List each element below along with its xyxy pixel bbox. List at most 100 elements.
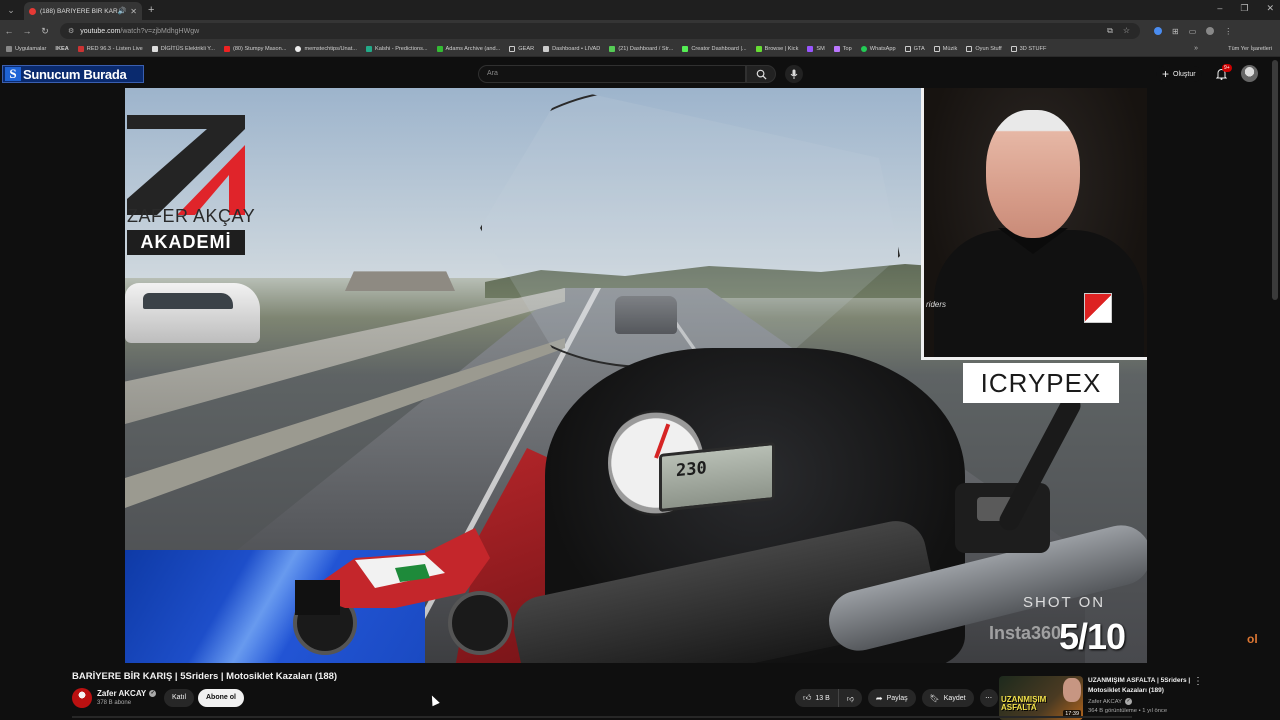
sidebar-icon[interactable]: ▭ [1189,27,1197,36]
all-bookmarks[interactable]: Tüm Yer İşaretleri [1228,46,1272,52]
bookmark-folder[interactable]: GEAR [509,46,534,52]
more-horizontal-icon: ⋯ [985,695,993,702]
close-tab-icon[interactable]: ✕ [130,7,137,16]
more-bookmarks-icon[interactable]: » [1194,45,1198,52]
share-button[interactable]: ➦ Paylaş [867,689,916,707]
more-vertical-icon[interactable]: ⋮ [1193,676,1203,687]
audio-playing-icon[interactable]: 🔊 [118,7,127,15]
bookmark-item[interactable]: Dashboard • LIVAD [543,46,600,52]
bookmark-icon [755,46,762,52]
shirt-logo-icon [1084,293,1112,323]
video-white-car [125,283,260,343]
bookmark-folder[interactable]: Müzik [933,46,957,52]
video-actions: 👍︎ 13 B 👎︎ ➦ Paylaş 🔖︎ Kaydet ⋯ [795,689,998,707]
channel-avatar[interactable] [72,688,92,708]
promo-motorcycle-icon [293,528,512,655]
bookmark-folder[interactable]: GTA [904,46,925,52]
subscribe-button[interactable]: Abone ol [198,689,244,707]
share-arrow-icon: ➦ [875,693,883,703]
presenter-webcam: riders [921,88,1147,360]
minimize-icon[interactable]: – [1217,3,1222,14]
bookmark-item[interactable]: WhatsApp [860,46,896,52]
bookmark-folder[interactable]: Oyun Stuff [966,46,1002,52]
search-icon [756,69,767,80]
page-scrollbar[interactable] [1272,60,1278,300]
like-button[interactable]: 👍︎ 13 B [795,689,839,707]
mouse-cursor-icon [428,693,440,707]
shirt-text: riders [926,300,947,309]
bookmark-icon [151,46,158,52]
logo-mark-icon: S [5,67,21,81]
speed-readout: 230 [676,458,707,482]
search-button[interactable] [746,65,776,83]
bookmark-item[interactable]: (21) Dashboard / Str... [609,46,673,52]
bookmark-item[interactable]: Browse | Kick [755,46,798,52]
maximize-icon[interactable]: ❐ [1240,3,1248,14]
bookmark-icon [807,46,814,52]
youtube-favicon-icon [29,7,36,15]
account-avatar[interactable] [1241,65,1258,82]
bookmark-icon [609,46,616,52]
site-info-icon[interactable]: ⚙ [68,27,74,35]
url-path: /watch?v=zjbMdhgHWgw [120,27,200,35]
bookmark-item[interactable]: DİGİTÜS Elektrikli Y... [151,46,215,52]
corner-watermark-icon: ol [1247,632,1258,646]
voice-search-button[interactable] [785,65,803,83]
insta360-watermark: Insta360 [989,623,1062,643]
bookmark-item[interactable]: Top [833,46,852,52]
recommended-title[interactable]: UZANMIŞIM ASFALTA | 5Sriders | Motosikle… [1088,676,1198,696]
bookmark-item[interactable]: Adams Archive (and... [436,46,500,52]
recommended-thumbnail[interactable]: UZANMIŞIM ASFALTA 17:39 [999,676,1083,720]
bookmark-item[interactable]: RED 96.3 - Listen Live [77,46,143,52]
reload-icon[interactable]: ↻ [36,26,54,37]
channel-logo[interactable]: S Sunucum Burada [2,65,144,83]
channel-name[interactable]: Zafer AKCAY ✓ [97,689,157,698]
bookmark-star-icon[interactable]: ☆ [1123,26,1130,36]
browser-tab-active[interactable]: (188) BARİYERE BİR KARIŞ | 5 🔊 ✕ [24,2,142,20]
bookmark-item[interactable]: (80) Stumpy Mason... [223,46,286,52]
bookmark-item[interactable]: Kalshi - Predictions... [365,46,428,52]
more-actions-button[interactable]: ⋯ [979,689,998,707]
tab-search-icon[interactable]: ⌄ [4,3,18,17]
back-icon[interactable]: ← [0,26,18,36]
save-button[interactable]: 🔖︎ Kaydet [921,689,974,707]
subscriber-count: 378 B abone [97,700,132,706]
clip-counter: 5/10 [1059,616,1126,657]
apps-icon [6,46,12,52]
bookmark-item[interactable]: IKEA [55,46,68,52]
forward-icon[interactable]: → [18,26,36,36]
close-window-icon[interactable]: ✕ [1266,3,1274,14]
bookmark-item[interactable]: SM [807,46,825,52]
bookmark-item[interactable]: memstechtips/Unat... [295,46,357,52]
new-tab-icon[interactable]: + [148,4,154,16]
bookmark-item[interactable]: Uygulamalar [6,46,46,52]
recommended-video[interactable]: UZANMIŞIM ASFALTA 17:39 UZANMIŞIM ASFALT… [999,674,1269,720]
whatsapp-icon [860,46,867,52]
cast-icon[interactable]: ⧉ [1107,26,1113,36]
browser-tabbar: ⌄ (188) BARİYERE BİR KARIŞ | 5 🔊 ✕ + – ❐… [0,0,1280,20]
github-icon [295,46,302,52]
folder-icon [966,46,973,52]
notification-badge: 9+ [1222,64,1232,72]
address-bar[interactable]: ⚙ youtube.com/watch?v=zjbMdhgHWgw ⧉ ☆ [60,23,1140,39]
verified-icon: ✓ [149,690,157,698]
browser-menu-icon[interactable]: ⋮ [1224,27,1232,36]
recommended-channel[interactable]: Zafer AKCAY ✓ [1088,698,1133,705]
bookmark-icon [543,46,550,52]
search-input[interactable]: Ara [478,65,746,83]
bookmark-folder[interactable]: 3D STUFF [1010,46,1046,52]
plus-icon: + [1162,67,1170,81]
create-button[interactable]: + Oluştur [1156,66,1202,82]
join-button[interactable]: Katıl [164,689,195,707]
extensions-puzzle-icon[interactable]: ⊞ [1172,27,1179,36]
dislike-button[interactable]: 👎︎ [839,689,862,707]
window-controls: – ❐ ✕ [1217,3,1274,14]
sponsor-logo: ICRYPEX [963,363,1119,403]
folder-icon [509,46,516,52]
extension-icon[interactable] [1154,27,1162,35]
video-player[interactable]: 230 ZAFER AKÇAY AKADEMİ riders ICRYPEX S… [125,88,1147,663]
video-lcd-display: 230 [659,441,775,513]
bookmark-item[interactable]: Creator Dashboard |... [682,46,747,52]
microphone-icon [790,69,798,79]
profile-icon[interactable] [1206,27,1215,35]
